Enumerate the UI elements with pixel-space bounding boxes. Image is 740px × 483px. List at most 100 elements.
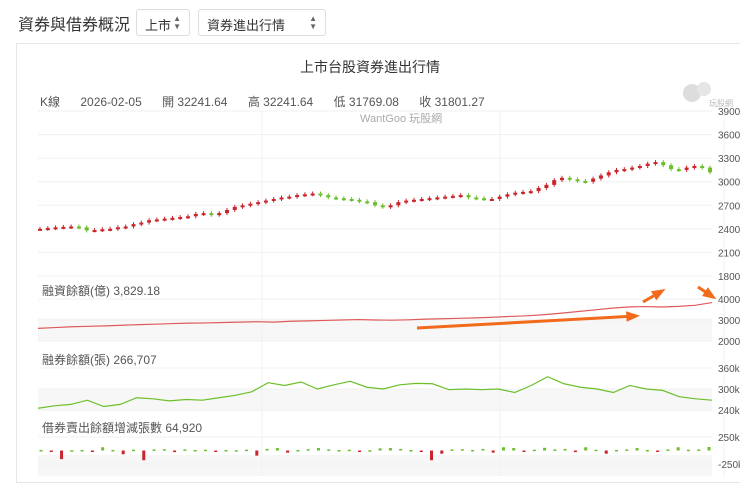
y-tick-label: 2100 xyxy=(718,248,740,259)
panel-band xyxy=(38,318,712,341)
y-tick-label: 3600 xyxy=(718,131,740,142)
y-tick-label: -250k xyxy=(718,460,740,471)
candle xyxy=(645,163,650,166)
y-tick-label: 3000 xyxy=(718,316,740,327)
bar xyxy=(90,450,94,452)
bar xyxy=(203,449,207,452)
candle xyxy=(76,226,81,229)
bar xyxy=(409,449,413,452)
bar xyxy=(296,449,300,452)
candle xyxy=(692,166,697,168)
candle xyxy=(318,193,323,196)
candle xyxy=(349,199,354,201)
y-tick-label: 2400 xyxy=(718,225,740,236)
kline-info: K線 2026-02-05 開 32241.64 高 32241.64 低 31… xyxy=(40,93,502,110)
kline-date: 2026-02-05 xyxy=(80,95,142,109)
candle xyxy=(482,198,487,201)
bar xyxy=(615,449,619,452)
candle xyxy=(326,195,331,198)
candle xyxy=(287,196,292,199)
candle xyxy=(411,199,416,202)
candle xyxy=(474,197,479,200)
kline-close: 收 31801.27 xyxy=(419,95,485,109)
candle xyxy=(630,167,635,170)
bar xyxy=(101,447,105,451)
candle xyxy=(186,216,191,219)
panel-band xyxy=(38,455,712,476)
bar xyxy=(234,450,238,452)
candle xyxy=(521,191,526,194)
y-tick-label: 300k xyxy=(718,385,740,396)
candle xyxy=(575,179,580,182)
y-tick-label: 4000 xyxy=(718,295,740,306)
y-tick-label: 2700 xyxy=(718,201,740,212)
candle xyxy=(708,167,712,173)
bar xyxy=(111,449,115,452)
bar xyxy=(224,449,228,452)
candle xyxy=(583,180,588,183)
bar xyxy=(152,449,156,451)
candle xyxy=(622,169,627,172)
chart-title: 上市台股資券進出行情 xyxy=(300,59,440,75)
bar xyxy=(522,450,526,452)
bar xyxy=(286,450,290,453)
candle xyxy=(552,180,557,185)
bar xyxy=(347,449,351,452)
bar xyxy=(162,449,166,451)
candle xyxy=(404,200,409,203)
bar xyxy=(512,448,516,451)
kline-open: 開 32241.64 xyxy=(162,95,228,109)
candle xyxy=(131,224,136,227)
bar xyxy=(563,448,567,451)
candle xyxy=(302,194,307,197)
candle xyxy=(256,202,261,205)
candle xyxy=(365,201,370,204)
candle xyxy=(162,218,167,221)
bar xyxy=(666,449,670,451)
bar xyxy=(245,449,249,452)
bar xyxy=(60,450,64,460)
bar xyxy=(275,448,279,451)
bar xyxy=(697,449,701,451)
bar xyxy=(645,449,649,452)
bar xyxy=(440,450,444,454)
candle xyxy=(528,191,533,194)
bar xyxy=(532,449,536,452)
bar xyxy=(193,449,197,452)
bar xyxy=(686,449,690,452)
bar xyxy=(471,449,475,452)
y-tick-label: 2000 xyxy=(718,337,740,348)
candle xyxy=(380,205,385,208)
bar xyxy=(501,447,505,451)
candle xyxy=(217,213,222,216)
candle xyxy=(450,195,455,198)
candle xyxy=(536,188,541,192)
candle xyxy=(178,217,183,220)
candle xyxy=(373,202,377,206)
candle xyxy=(567,177,572,180)
bar xyxy=(584,447,588,451)
candle xyxy=(240,205,245,208)
candle xyxy=(669,165,674,170)
candle xyxy=(489,199,494,201)
logo: 玩股網 xyxy=(683,82,733,110)
bar xyxy=(265,448,269,451)
bar xyxy=(70,450,74,452)
candle xyxy=(435,197,440,200)
bar xyxy=(142,450,146,461)
y-tick-label: 250k xyxy=(718,433,740,444)
candle xyxy=(341,198,346,201)
candle xyxy=(154,219,159,222)
candle xyxy=(100,229,105,232)
candle xyxy=(388,205,393,208)
candle xyxy=(295,195,300,198)
bar xyxy=(80,449,84,452)
bar xyxy=(460,449,464,451)
candle xyxy=(598,175,603,179)
logo-icon xyxy=(697,82,711,96)
candle xyxy=(458,195,463,198)
candle xyxy=(69,226,74,229)
candle xyxy=(443,196,448,199)
candle xyxy=(614,169,619,173)
candle xyxy=(115,227,120,230)
